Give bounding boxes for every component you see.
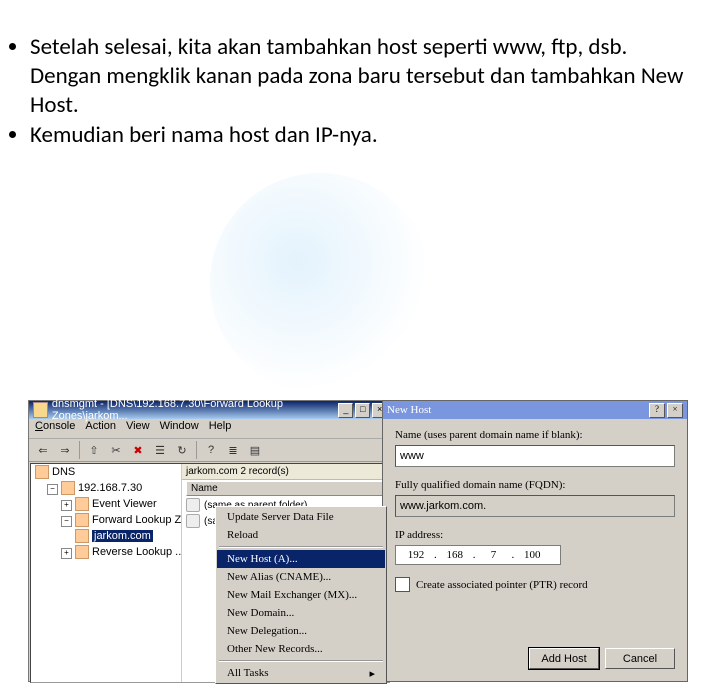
dialog-titlebar[interactable]: New Host ? × <box>383 401 687 419</box>
ip-octet-2[interactable] <box>437 548 473 562</box>
record-icon <box>186 514 200 528</box>
tree-fwd[interactable]: Forward Lookup Zones <box>92 514 182 526</box>
ctx-new-alias[interactable]: New Alias (CNAME)... <box>217 568 385 586</box>
mmc-app-icon <box>33 402 48 418</box>
zone-icon <box>75 529 89 543</box>
ctx-other-records[interactable]: Other New Records... <box>217 640 385 658</box>
help-icon[interactable]: ? <box>201 440 221 460</box>
tree-pane[interactable]: DNS − 192.168.7.30 + Event Viewer − Forward… <box>31 464 182 682</box>
ip-address-input[interactable]: . . . <box>395 545 561 565</box>
ptr-checkbox[interactable] <box>395 577 410 592</box>
expand-icon[interactable]: + <box>61 500 72 511</box>
fqdn-label: Fully qualified domain name (FQDN): <box>395 479 675 491</box>
folder-icon <box>75 513 89 527</box>
ctx-new-mx[interactable]: New Mail Exchanger (MX)... <box>217 586 385 604</box>
forward-icon[interactable]: ⇒ <box>55 440 75 460</box>
ptr-label: Create associated pointer (PTR) record <box>416 579 588 591</box>
name-label: Name (uses parent domain name if blank): <box>395 429 675 441</box>
ip-octet-1[interactable] <box>398 548 434 562</box>
dns-root-icon <box>35 465 49 479</box>
menu-console[interactable]: Console <box>35 420 75 437</box>
fqdn-output <box>395 495 675 517</box>
slide-bullets: Setelah selesai, kita akan tambahkan hos… <box>0 23 720 157</box>
dialog-help-icon[interactable]: ? <box>649 403 665 418</box>
ip-octet-3[interactable] <box>476 548 512 562</box>
ip-octet-4[interactable] <box>514 548 550 562</box>
server-icon <box>61 481 75 495</box>
properties-icon[interactable]: ☰ <box>150 440 170 460</box>
detail-icon[interactable]: ▤ <box>245 440 265 460</box>
ctx-update[interactable]: Update Server Data File <box>217 508 385 526</box>
background-decoration <box>210 173 430 393</box>
records-header: jarkom.com 2 record(s) <box>182 464 389 480</box>
folder-icon <box>75 545 89 559</box>
new-host-dialog: New Host ? × Name (uses parent domain na… <box>382 400 688 682</box>
list-icon[interactable]: ≣ <box>223 440 243 460</box>
mmc-menubar: Console Action View Window Help <box>29 419 391 439</box>
menu-action[interactable]: Action <box>85 420 116 437</box>
collapse-icon[interactable]: − <box>47 484 58 495</box>
bullet-1: Setelah selesai, kita akan tambahkan hos… <box>30 33 700 119</box>
up-icon[interactable]: ⇧ <box>84 440 104 460</box>
tree-rev[interactable]: Reverse Lookup ... <box>92 546 182 558</box>
collapse-icon[interactable]: − <box>61 516 72 527</box>
back-icon[interactable]: ⇐ <box>33 440 53 460</box>
event-icon <box>75 497 89 511</box>
ip-label: IP address: <box>395 529 675 541</box>
record-icon <box>186 498 200 512</box>
expand-icon[interactable]: + <box>61 548 72 559</box>
ctx-reload[interactable]: Reload <box>217 526 385 544</box>
dialog-close-icon[interactable]: × <box>667 403 683 418</box>
tree-root[interactable]: DNS <box>52 466 75 478</box>
mmc-toolbar: ⇐ ⇒ ⇧ ✂ ✖ ☰ ↻ ? ≣ ▤ <box>29 439 391 462</box>
cut-icon[interactable]: ✂ <box>106 440 126 460</box>
context-menu: Update Server Data File Reload New Host … <box>215 506 387 684</box>
dialog-title: New Host <box>387 404 431 416</box>
host-name-input[interactable] <box>395 445 675 467</box>
col-name[interactable]: Name <box>186 481 385 496</box>
menu-help[interactable]: Help <box>209 420 232 437</box>
tree-zone-selected[interactable]: jarkom.com <box>92 530 153 542</box>
tree-server[interactable]: 192.168.7.30 <box>78 482 142 494</box>
menu-view[interactable]: View <box>126 420 150 437</box>
ctx-all-tasks[interactable]: All Tasks▸ <box>217 664 385 682</box>
refresh-icon[interactable]: ↻ <box>172 440 192 460</box>
add-host-button[interactable]: Add Host <box>529 648 599 669</box>
cancel-button[interactable]: Cancel <box>605 648 675 669</box>
bullet-2: Kemudian beri nama host dan IP-nya. <box>30 121 700 150</box>
mmc-titlebar[interactable]: dnsmgmt - [DNS\192.168.7.30\Forward Look… <box>29 401 391 419</box>
ctx-new-delegation[interactable]: New Delegation... <box>217 622 385 640</box>
maximize-icon[interactable]: □ <box>355 403 370 418</box>
minimize-icon[interactable]: _ <box>338 403 353 418</box>
ctx-new-domain[interactable]: New Domain... <box>217 604 385 622</box>
mmc-title: dnsmgmt - [DNS\192.168.7.30\Forward Look… <box>52 398 337 422</box>
delete-icon[interactable]: ✖ <box>128 440 148 460</box>
ctx-new-host[interactable]: New Host (A)... <box>217 550 385 568</box>
menu-window[interactable]: Window <box>160 420 199 437</box>
tree-event[interactable]: Event Viewer <box>92 498 157 510</box>
